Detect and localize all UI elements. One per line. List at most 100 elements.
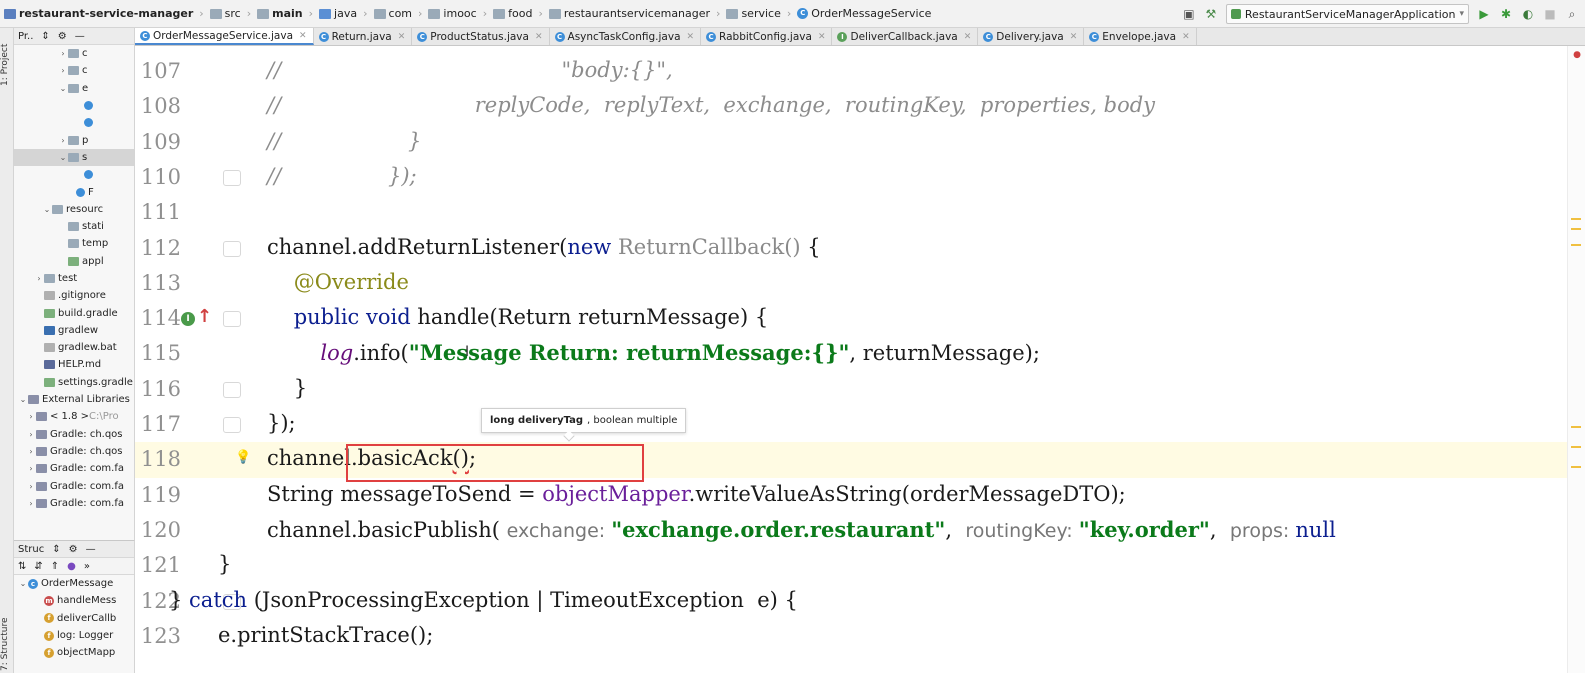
- gear-icon[interactable]: ⚙: [69, 544, 78, 555]
- tree-item[interactable]: › Gradle: com.fa: [14, 460, 134, 477]
- line-number[interactable]: 119: [139, 483, 181, 507]
- code-text[interactable]: // replyCode, replyText, exchange, routi…: [267, 93, 1155, 117]
- fold-marker-icon[interactable]: [223, 381, 241, 398]
- tree-item[interactable]: › c: [14, 62, 134, 79]
- line-number[interactable]: 113: [139, 271, 181, 295]
- override-arrow-icon[interactable]: ↑: [197, 306, 212, 327]
- line-number[interactable]: 117: [139, 412, 181, 436]
- editor-tab[interactable]: C Delivery.java ✕: [978, 28, 1085, 45]
- breadcrumb-item[interactable]: C OrderMessageService: [797, 7, 931, 20]
- code-text[interactable]: }: [218, 552, 231, 576]
- scroll-marker[interactable]: [1571, 426, 1581, 428]
- line-number[interactable]: 108: [139, 94, 181, 118]
- scroll-marker[interactable]: [1571, 228, 1581, 230]
- close-icon[interactable]: ✕: [299, 31, 307, 41]
- hammer-icon[interactable]: ⚒: [1204, 7, 1218, 21]
- tree-item[interactable]: [14, 166, 134, 183]
- tree-item[interactable]: [14, 114, 134, 131]
- line-number[interactable]: 110: [139, 165, 181, 189]
- gear-icon[interactable]: ⚙: [58, 31, 67, 42]
- chevron-right-icon[interactable]: ›: [58, 49, 68, 58]
- line-number[interactable]: 118: [139, 447, 181, 471]
- chevron-down-icon[interactable]: ⌄: [58, 153, 68, 162]
- tree-item[interactable]: › p: [14, 131, 134, 148]
- breadcrumb-item[interactable]: src: [209, 7, 241, 20]
- project-tool-button[interactable]: 1: Project: [0, 34, 14, 96]
- code-text[interactable]: // }: [267, 129, 421, 153]
- search-icon[interactable]: ⌕: [1565, 7, 1579, 21]
- breadcrumb-item[interactable]: service: [726, 7, 781, 20]
- chevron-right-icon[interactable]: ›: [26, 499, 36, 508]
- tree-item[interactable]: ⌄ s: [14, 148, 134, 167]
- fold-marker-icon[interactable]: [223, 311, 241, 328]
- expand-icon[interactable]: ⇕: [52, 544, 60, 555]
- editor-scrollbar[interactable]: ●: [1567, 46, 1585, 673]
- breadcrumb-item[interactable]: restaurantservicemanager: [548, 7, 710, 20]
- scroll-marker[interactable]: [1571, 218, 1581, 220]
- run-configuration-select[interactable]: RestaurantServiceManagerApplication ▾: [1225, 4, 1469, 24]
- code-text[interactable]: @Override: [267, 270, 409, 294]
- structure-item[interactable]: f log: Logger: [14, 627, 134, 644]
- code-text[interactable]: log.info("Message Return: returnMessage:…: [267, 340, 1040, 365]
- chevron-down-icon[interactable]: ⌄: [42, 205, 52, 214]
- chevron-right-icon[interactable]: ›: [26, 412, 36, 421]
- editor-tab[interactable]: C AsyncTaskConfig.java ✕: [550, 28, 702, 45]
- project-panel-title[interactable]: Pr..: [18, 31, 33, 42]
- properties-icon[interactable]: ●: [67, 561, 76, 572]
- editor-tab[interactable]: I DeliverCallback.java ✕: [832, 28, 979, 45]
- breadcrumb-item[interactable]: main: [257, 7, 303, 20]
- chevron-right-icon[interactable]: ›: [26, 447, 36, 456]
- code-text[interactable]: });: [267, 411, 296, 435]
- editor-tab[interactable]: C OrderMessageService.java ✕: [135, 28, 314, 45]
- breadcrumb-item[interactable]: imooc: [428, 7, 477, 20]
- line-number[interactable]: 111: [139, 200, 181, 224]
- debug-icon[interactable]: ✱: [1499, 7, 1513, 21]
- close-icon[interactable]: ✕: [964, 32, 972, 42]
- fold-marker-icon[interactable]: [223, 417, 241, 433]
- line-number[interactable]: 114: [139, 306, 181, 330]
- line-number[interactable]: 116: [139, 377, 181, 401]
- tree-item[interactable]: settings.gradle: [14, 374, 134, 391]
- more-icon[interactable]: »: [84, 561, 90, 572]
- chevron-right-icon[interactable]: ›: [26, 430, 36, 439]
- close-icon[interactable]: ✕: [687, 32, 695, 42]
- structure-item[interactable]: ⌄ c OrderMessage: [14, 575, 134, 592]
- tree-item[interactable]: ⌄ e: [14, 80, 134, 97]
- tree-item[interactable]: › Gradle: com.fa: [14, 495, 134, 512]
- tree-item[interactable]: ⌄ External Libraries: [14, 391, 134, 408]
- code-text[interactable]: } catch (JsonProcessingException | Timeo…: [169, 588, 798, 612]
- scroll-marker[interactable]: [1571, 244, 1581, 246]
- chevron-down-icon[interactable]: ⌄: [58, 84, 68, 93]
- code-text[interactable]: channel.basicAck();: [267, 446, 476, 470]
- code-text[interactable]: // });: [267, 164, 417, 188]
- code-text[interactable]: channel.basicPublish( exchange: "exchang…: [267, 517, 1336, 542]
- fold-marker-icon[interactable]: [223, 240, 241, 257]
- breadcrumb-item[interactable]: java: [319, 7, 357, 20]
- tree-item[interactable]: F: [14, 183, 134, 200]
- minimize-icon[interactable]: —: [75, 31, 85, 42]
- breadcrumb-item[interactable]: restaurant-service-manager: [4, 7, 193, 20]
- close-icon[interactable]: ✕: [1070, 32, 1078, 42]
- fold-marker-icon[interactable]: [223, 169, 241, 186]
- line-number[interactable]: 109: [139, 130, 181, 154]
- chevron-down-icon[interactable]: ⌄: [18, 395, 28, 404]
- breadcrumb-item[interactable]: com: [373, 7, 412, 20]
- code-text[interactable]: String messageToSend = objectMapper.writ…: [267, 482, 1126, 506]
- run-icon[interactable]: ▶: [1477, 7, 1491, 21]
- tree-item[interactable]: ⌄ resourc: [14, 201, 134, 218]
- editor-tab[interactable]: C Return.java ✕: [314, 28, 413, 45]
- chevron-right-icon[interactable]: ›: [26, 482, 36, 491]
- tree-item[interactable]: › test: [14, 270, 134, 287]
- code-text[interactable]: channel.addReturnListener(new ReturnCall…: [267, 235, 821, 259]
- tree-item[interactable]: › < 1.8 > C:\Pro: [14, 408, 134, 425]
- chevron-down-icon[interactable]: ⌄: [18, 579, 28, 588]
- code-text[interactable]: }: [267, 376, 307, 400]
- breadcrumb-item[interactable]: food: [493, 7, 532, 20]
- scroll-marker[interactable]: [1571, 466, 1581, 468]
- code-text[interactable]: // "body:{}",: [267, 58, 673, 82]
- tree-item[interactable]: gradlew.bat: [14, 339, 134, 356]
- code-text[interactable]: e.printStackTrace();: [218, 623, 433, 647]
- editor-tab[interactable]: C ProductStatus.java ✕: [412, 28, 550, 45]
- chevron-right-icon[interactable]: ›: [58, 136, 68, 145]
- minimize-icon[interactable]: —: [86, 544, 96, 555]
